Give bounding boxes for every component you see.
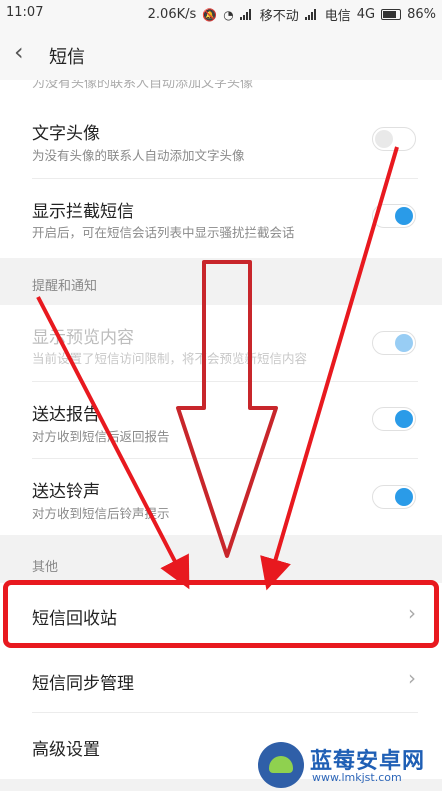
annotation-big-arrow — [176, 260, 278, 558]
annotation-arrows — [36, 146, 399, 591]
android-logo-icon — [258, 742, 304, 788]
annotation-arrow-right — [260, 146, 399, 591]
annotation-arrow-left — [36, 296, 190, 590]
watermark-url: www.lmkjst.com — [312, 771, 402, 784]
watermark: 蓝莓安卓网 www.lmkjst.com — [258, 740, 442, 791]
